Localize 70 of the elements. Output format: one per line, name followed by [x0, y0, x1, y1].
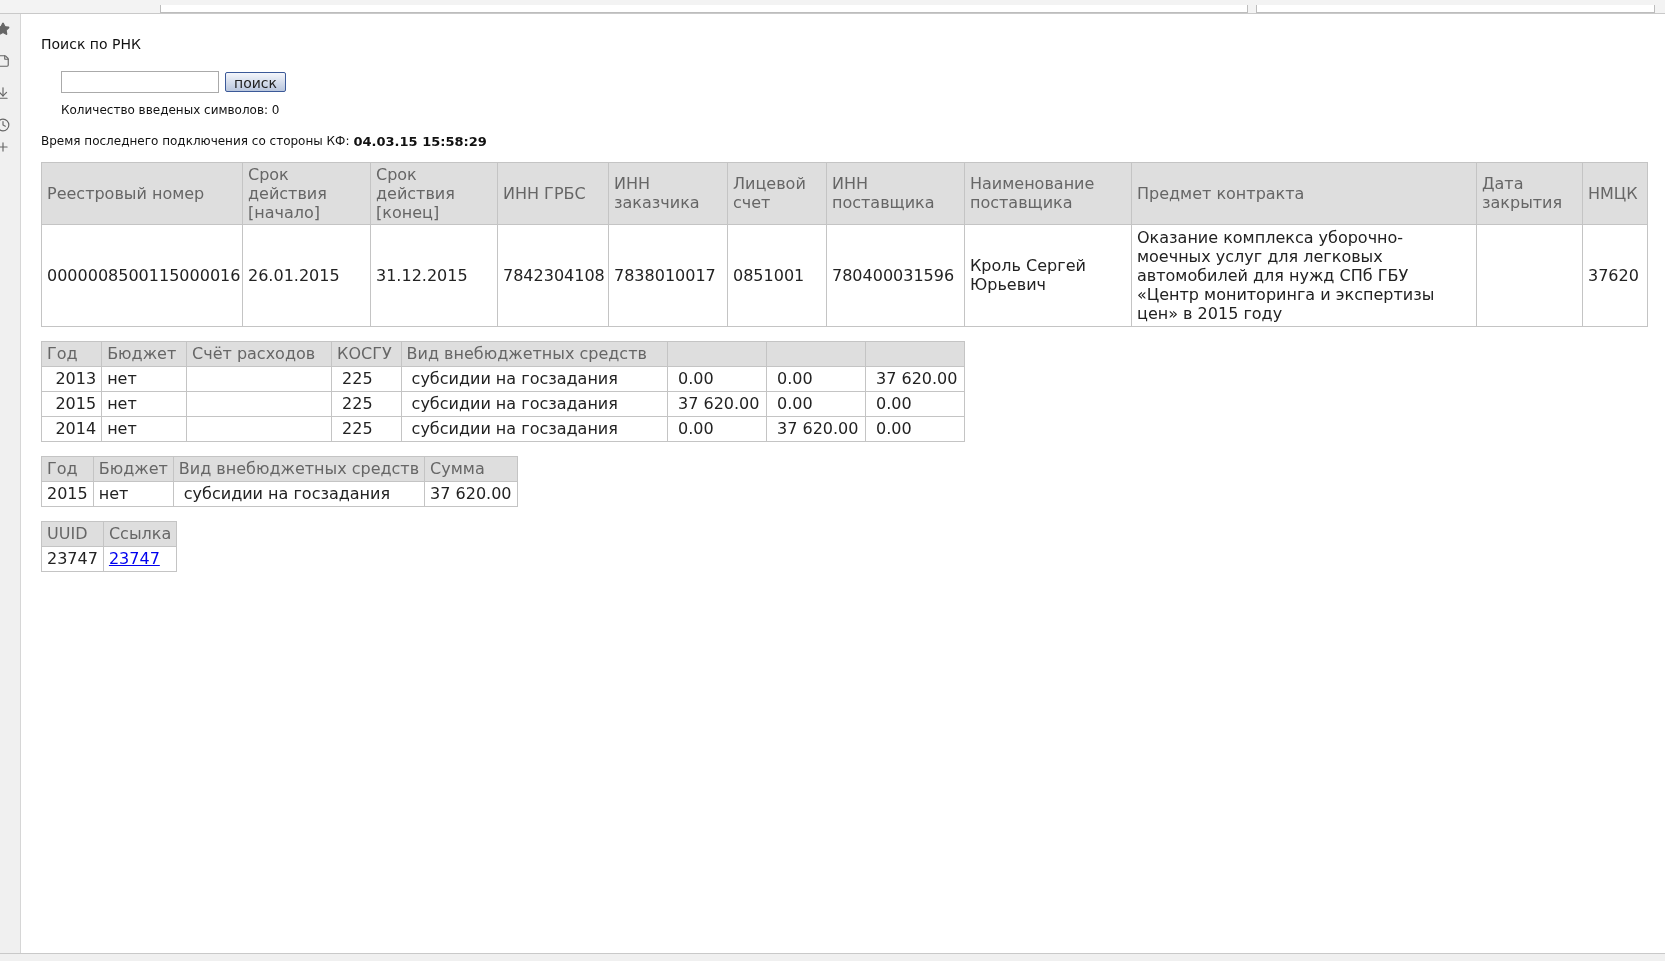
table-cell: 0000008500115000016 — [41, 224, 243, 326]
table-cell: 225 — [331, 391, 402, 416]
column-header: НМЦК — [1582, 162, 1648, 224]
column-header: Дата закрытия — [1476, 162, 1583, 224]
table-cell: 0.00 — [667, 416, 767, 441]
column-header: ИНН ГРБС — [497, 162, 609, 224]
table-cell: Оказание комплекса уборочно-моечных услуг для легковых автомобилей для нужд СПб ГБУ «Центр мониторинга и экспертизы цен» в 2015 году — [1131, 224, 1477, 326]
table-cell: 2015 — [41, 481, 94, 506]
table-cell: нет — [93, 481, 174, 506]
column-header: Срок действия [конец] — [370, 162, 498, 224]
table-cell: 0.00 — [766, 391, 866, 416]
column-header: Бюджет — [101, 341, 187, 366]
table-cell: 7838010017 — [608, 224, 728, 326]
column-header: Лицевой счет — [727, 162, 827, 224]
table-cell: нет — [101, 366, 187, 391]
page-title: Поиск по РНК — [41, 35, 142, 54]
table-cell: 37 620.00 — [865, 366, 965, 391]
table-cell: 37 620.00 — [667, 391, 767, 416]
table-cell: 26.01.2015 — [242, 224, 371, 326]
star-icon[interactable] — [0, 22, 10, 36]
table-cell: субсидии на госзадания — [173, 481, 425, 506]
column-header: ИНН заказчика — [608, 162, 728, 224]
table-cell: 225 — [331, 416, 402, 441]
connection-time: 04.03.15 15:58:29 — [353, 133, 487, 151]
column-header: Счёт расходов — [186, 341, 332, 366]
column-header: Реестровый номер — [41, 162, 243, 224]
search-field[interactable] — [61, 71, 219, 93]
column-header: Бюджет — [93, 456, 174, 481]
table-cell: нет — [101, 391, 187, 416]
column-header: Сумма — [424, 456, 518, 481]
table-cell: 37 620.00 — [766, 416, 866, 441]
search-button[interactable]: поиск — [225, 72, 286, 92]
table-cell: 37620 — [1582, 224, 1648, 326]
column-header: Ссылка — [103, 521, 177, 546]
table-cell: 7842304108 — [497, 224, 609, 326]
table-cell: 0851001 — [727, 224, 827, 326]
column-header: Вид внебюджетных средств — [401, 341, 668, 366]
table-cell: 2013 — [41, 366, 102, 391]
table-cell: нет — [101, 416, 187, 441]
clock-icon[interactable] — [0, 118, 10, 132]
column-header: UUID — [41, 521, 104, 546]
table-cell: 2014 — [41, 416, 102, 441]
column-header: Срок действия [начало] — [242, 162, 371, 224]
table-cell: 0.00 — [667, 366, 767, 391]
note-icon[interactable] — [0, 54, 10, 68]
column-header: КОСГУ — [331, 341, 402, 366]
plus-icon[interactable] — [0, 140, 10, 154]
column-header: Наименование поставщика — [964, 162, 1132, 224]
record-link[interactable]: 23747 — [108, 548, 160, 568]
connection-label: Время последнего подключения со стороны КФ: — [41, 133, 350, 150]
table-cell: 23747 — [41, 546, 104, 571]
table-cell: 37 620.00 — [424, 481, 518, 506]
table-cell: 0.00 — [865, 416, 965, 441]
column-header: ИНН поставщика — [826, 162, 965, 224]
table-cell: 0.00 — [865, 391, 965, 416]
column-header: Предмет контракта — [1131, 162, 1477, 224]
table-cell: 225 — [331, 366, 402, 391]
table-cell: 2015 — [41, 391, 102, 416]
table-cell: Кроль Сергей Юрьевич — [964, 224, 1132, 326]
column-header: Год — [41, 456, 94, 481]
column-header: Вид внебюджетных средств — [173, 456, 425, 481]
table-cell: 780400031596 — [826, 224, 965, 326]
character-counter: Количество введеных символов: 0 — [60, 102, 281, 119]
table-cell: субсидии на госзадания — [401, 391, 668, 416]
table-cell: субсидии на госзадания — [401, 366, 668, 391]
table-cell: субсидии на госзадания — [401, 416, 668, 441]
column-header: Год — [41, 341, 102, 366]
table-cell: 0.00 — [766, 366, 866, 391]
table-cell: 31.12.2015 — [370, 224, 498, 326]
download-icon[interactable] — [0, 86, 10, 100]
